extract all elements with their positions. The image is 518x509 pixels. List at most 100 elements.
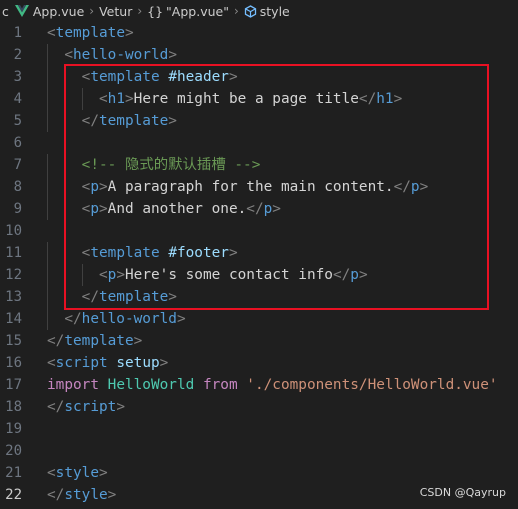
token-bracket: > <box>358 267 368 283</box>
token-tag: script <box>55 355 108 371</box>
line-number: 8 <box>13 179 22 195</box>
code-editor[interactable]: 1 <template> 2 <hello-world> 3 <template #h… <box>0 22 518 509</box>
breadcrumb-separator: › <box>137 4 143 18</box>
token-tag: hello-world <box>73 47 169 63</box>
code-line[interactable]: 21 <style> <box>0 462 518 484</box>
token-bracket: > <box>228 69 238 85</box>
token-bracket: > <box>168 289 177 305</box>
breadcrumb-item-folder[interactable]: c <box>0 4 11 19</box>
token-bracket: < <box>47 25 56 41</box>
breadcrumb-label: style <box>259 3 290 19</box>
token-tag: p <box>350 267 359 283</box>
line-number: 6 <box>13 135 22 151</box>
line-number: 7 <box>13 157 22 173</box>
line-number: 18 <box>5 399 22 415</box>
token-bracket: > <box>133 333 143 349</box>
breadcrumb-label: Vetur <box>99 3 133 19</box>
code-line[interactable]: 3 <template #header> <box>0 66 518 88</box>
line-number: 12 <box>5 267 22 283</box>
token-bracket: > <box>159 355 169 371</box>
token-bracket: </ <box>64 311 82 327</box>
line-number: 1 <box>13 25 22 41</box>
breadcrumb-item-object[interactable]: {} "App.vue" <box>145 4 231 19</box>
token-tag: template <box>90 245 160 261</box>
watermark: CSDN @Qayrup <box>419 486 506 499</box>
code-line[interactable]: 2 <hello-world> <box>0 44 518 66</box>
code-text: <p>A paragraph for the main content.</p> <box>47 176 429 198</box>
code-text: <template #header> <box>47 66 238 88</box>
code-line[interactable]: 14 </hello-world> <box>0 308 518 330</box>
breadcrumb-item-vetur[interactable]: Vetur <box>97 4 134 19</box>
code-line[interactable]: 12 <p>Here's some contact info</p> <box>0 264 518 286</box>
code-text: <h1>Here might be a page title</h1> <box>47 88 402 110</box>
token-tag: p <box>263 201 273 217</box>
line-number: 10 <box>5 223 22 239</box>
token-tag: template <box>64 333 134 349</box>
code-line[interactable]: 20 <box>0 440 518 462</box>
breadcrumb-label: "App.vue" <box>166 3 229 19</box>
token-bracket: </ <box>332 267 351 283</box>
token-bracket: </ <box>47 333 65 349</box>
code-line[interactable]: 16 <script setup> <box>0 352 518 374</box>
braces-icon: {} <box>147 3 164 19</box>
breadcrumb-label: c <box>2 3 9 19</box>
code-line[interactable]: 4 <h1>Here might be a page title</h1> <box>0 88 518 110</box>
code-line[interactable]: 9 <p>And another one.</p> <box>0 198 518 220</box>
token-text: And another one. <box>107 201 247 217</box>
breadcrumb-separator: › <box>233 4 239 18</box>
token-bracket: </ <box>47 487 65 503</box>
code-text: <hello-world> <box>47 44 177 66</box>
token-class: HelloWorld <box>107 377 195 393</box>
token-tag: p <box>410 179 420 195</box>
code-line[interactable]: 8 <p>A paragraph for the main content.</… <box>0 176 518 198</box>
line-number: 9 <box>13 201 22 217</box>
token-attr: setup <box>116 355 160 371</box>
code-line[interactable]: 15 </template> <box>0 330 518 352</box>
breadcrumb-item-style[interactable]: style <box>242 4 292 19</box>
code-text: </template> <box>47 286 177 308</box>
code-text: <template #footer> <box>47 242 238 264</box>
code-line[interactable]: 5 </template> <box>0 110 518 132</box>
token-tag: hello-world <box>81 311 177 327</box>
breadcrumb-item-file[interactable]: App.vue <box>11 4 86 19</box>
line-number: 15 <box>5 333 22 349</box>
code-text: import HelloWorld from './components/Hel… <box>47 374 498 396</box>
token-bracket: </ <box>47 399 65 415</box>
code-line[interactable]: 11 <template #footer> <box>0 242 518 264</box>
code-line[interactable]: 6 <box>0 132 518 154</box>
token-bracket: > <box>124 91 134 107</box>
code-text: <p>And another one.</p> <box>47 198 281 220</box>
token-text: Here might be a page title <box>133 91 359 107</box>
code-line[interactable]: 7 <!-- 隐式的默认插槽 --> <box>0 154 518 176</box>
code-line[interactable]: 13 </template> <box>0 286 518 308</box>
code-line[interactable]: 17 import HelloWorld from './components/H… <box>0 374 518 396</box>
code-line[interactable]: 1 <template> <box>0 22 518 44</box>
line-number: 20 <box>5 443 22 459</box>
code-text: <p>Here's some contact info</p> <box>47 264 368 286</box>
token-text: Here's some contact info <box>125 267 333 283</box>
vue-logo-icon <box>14 5 29 17</box>
code-line[interactable]: 19 <box>0 418 518 440</box>
token-bracket: > <box>272 201 281 217</box>
line-number: 21 <box>5 465 22 481</box>
token-keyword: from <box>202 377 238 393</box>
code-line[interactable]: 18 </script> <box>0 396 518 418</box>
code-line[interactable]: 10 <box>0 220 518 242</box>
token-tag: h1 <box>107 91 125 107</box>
line-number: 2 <box>13 47 22 63</box>
line-number: 13 <box>5 289 22 305</box>
token-tag: template <box>90 69 160 85</box>
token-bracket: > <box>419 179 429 195</box>
